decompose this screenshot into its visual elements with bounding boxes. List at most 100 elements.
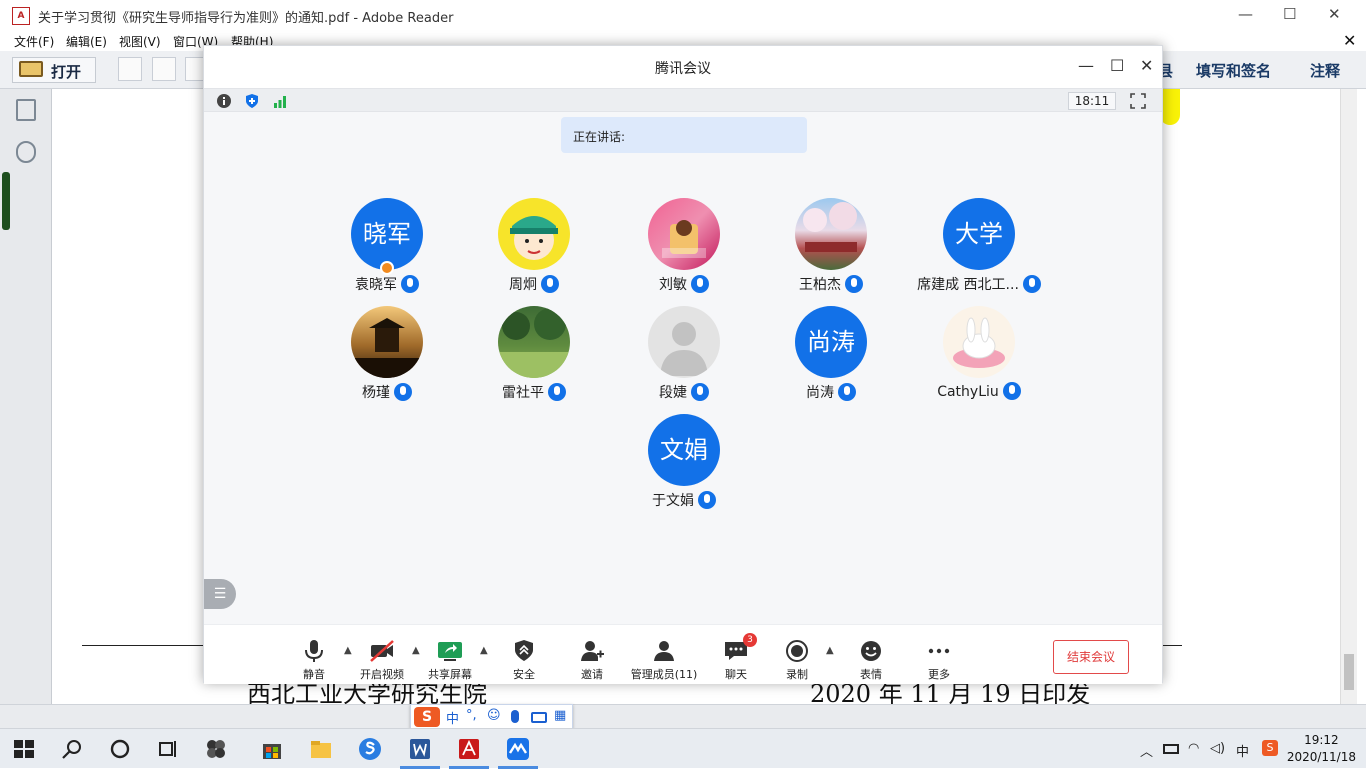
pages-panel-icon[interactable] — [16, 99, 36, 121]
sogou-logo-icon[interactable]: S — [414, 707, 440, 727]
task-view-icon[interactable] — [156, 737, 180, 761]
microsoft-store-icon[interactable] — [260, 737, 284, 761]
open-button-label: 打开 — [51, 63, 82, 81]
mic-icon — [691, 383, 709, 401]
browser-s-icon[interactable] — [358, 737, 382, 761]
mute-button[interactable]: 静音 — [279, 639, 349, 682]
share-screen-button[interactable]: 共享屏幕 — [415, 639, 485, 682]
fill-sign-button[interactable]: 填写和签名 — [1196, 60, 1271, 81]
participant-tile[interactable]: 雷社平 — [459, 306, 609, 406]
attachments-icon[interactable] — [16, 141, 36, 163]
participant-tile[interactable]: CathyLiu — [904, 306, 1054, 406]
battery-icon[interactable] — [1163, 744, 1179, 754]
sogou-tray-icon[interactable]: S — [1262, 740, 1278, 756]
mic-icon — [1022, 275, 1041, 293]
record-options-caret[interactable]: ▲ — [826, 645, 834, 656]
share-options-caret[interactable]: ▲ — [480, 645, 488, 656]
security-button[interactable]: 安全 — [489, 639, 559, 682]
menu-file[interactable]: 文件(F) — [14, 33, 54, 50]
reader-scrollbar[interactable] — [1340, 89, 1357, 714]
meeting-window: 腾讯会议 — ☐ ✕ 18:11 正在讲话: 晓军 袁晓军 周炯 刘敏 王柏杰 — [203, 45, 1163, 684]
participant-list-toggle-icon[interactable]: ☰ — [204, 579, 236, 609]
info-icon[interactable] — [216, 93, 232, 109]
reader-doc-close-icon[interactable]: ✕ — [1343, 31, 1356, 50]
participant-tile[interactable]: 杨瑾 — [312, 306, 462, 406]
share-screen-icon — [438, 642, 462, 661]
reader-minimize-button[interactable]: — — [1238, 5, 1253, 23]
search-icon[interactable] — [60, 737, 84, 761]
chat-label: 聊天 — [725, 668, 747, 681]
comment-button[interactable]: 注释 — [1310, 60, 1340, 81]
tencent-meeting-icon[interactable] — [506, 737, 530, 761]
cortana-icon[interactable] — [108, 737, 132, 761]
windows-start-icon[interactable] — [12, 737, 36, 761]
meeting-minimize-button[interactable]: — — [1078, 56, 1094, 75]
avatar: 大学 — [943, 198, 1015, 270]
participant-name: 袁晓军 — [355, 277, 397, 293]
shield-icon[interactable] — [244, 93, 260, 109]
menu-edit[interactable]: 编辑(E) — [66, 33, 107, 50]
manage-members-button[interactable]: 管理成员(11) — [624, 639, 704, 682]
avatar — [648, 198, 720, 270]
participant-tile[interactable]: 王柏杰 — [756, 198, 906, 298]
folder-icon — [19, 61, 43, 77]
video-button[interactable]: 开启视频 — [347, 639, 417, 682]
security-shield-icon — [515, 640, 533, 661]
emoji-button[interactable]: 表情 — [836, 639, 906, 682]
record-button[interactable]: 录制 — [762, 639, 832, 682]
end-meeting-button[interactable]: 结束会议 — [1053, 640, 1129, 674]
volume-icon[interactable]: ◁) — [1210, 741, 1225, 756]
emoji-label: 表情 — [860, 668, 882, 681]
ime-indicator[interactable]: 中 — [1236, 741, 1249, 760]
open-button[interactable]: 打开 — [12, 57, 96, 83]
file-explorer-icon[interactable] — [309, 737, 333, 761]
mic-icon — [1002, 382, 1021, 400]
punctuation-icon[interactable]: °, — [466, 708, 477, 723]
pinwheel-app-icon[interactable] — [204, 737, 228, 761]
avatar — [498, 306, 570, 378]
invite-button[interactable]: 邀请 — [557, 639, 627, 682]
speaking-indicator: 正在讲话: — [561, 117, 807, 153]
meeting-close-button[interactable]: ✕ — [1140, 56, 1153, 75]
chat-button[interactable]: 3 聊天 — [701, 633, 771, 682]
system-clock[interactable]: 19:12 2020/11/18 — [1287, 732, 1356, 766]
adobe-reader-icon[interactable] — [457, 737, 481, 761]
meeting-window-title: 腾讯会议 — [655, 61, 711, 77]
participant-tile[interactable]: 文娟 于文娟 — [609, 414, 759, 514]
reader-close-button[interactable]: ✕ — [1328, 5, 1341, 23]
mic-icon — [691, 275, 709, 293]
participant-name: 于文娟 — [652, 493, 694, 509]
participant-tile[interactable]: 刘敏 — [609, 198, 759, 298]
participant-tile[interactable]: 段婕 — [609, 306, 759, 406]
avatar: 文娟 — [648, 414, 720, 486]
meeting-maximize-button[interactable]: ☐ — [1110, 56, 1124, 75]
create-pdf-icon[interactable] — [118, 57, 142, 81]
signal-icon[interactable] — [272, 93, 288, 109]
participant-name: 尚涛 — [806, 385, 834, 401]
participant-tile[interactable]: 周炯 — [459, 198, 609, 298]
participant-tile[interactable]: 大学 席建成 西北工... — [904, 198, 1054, 298]
wifi-icon[interactable]: ◠ — [1188, 741, 1199, 756]
meeting-titlebar: 腾讯会议 — ☐ ✕ — [204, 46, 1162, 88]
menu-view[interactable]: 视图(V) — [119, 33, 161, 50]
export-pdf-icon[interactable] — [152, 57, 176, 81]
fullscreen-icon[interactable] — [1130, 93, 1146, 109]
more-button[interactable]: 更多 — [904, 639, 974, 682]
scroll-thumb[interactable] — [1344, 654, 1354, 690]
reader-titlebar: A 关于学习贯彻《研究生导师指导行为准则》的通知.pdf - Adobe Rea… — [0, 0, 1366, 31]
participant-tile[interactable]: 尚涛 尚涛 — [756, 306, 906, 406]
invite-label: 邀请 — [581, 668, 603, 681]
participant-tile[interactable]: 晓军 袁晓军 — [312, 198, 462, 298]
voice-input-icon[interactable] — [511, 710, 519, 723]
keyboard-icon[interactable] — [531, 712, 547, 723]
toolbox-icon[interactable]: ▦ — [554, 708, 566, 723]
emoji-icon[interactable]: ☺ — [487, 708, 501, 723]
mic-icon — [401, 275, 419, 293]
meeting-duration: 18:11 — [1068, 92, 1116, 110]
tray-chevron-icon[interactable]: ︿ — [1140, 741, 1153, 760]
meeting-controlbar: 静音 ▲ 开启视频 ▲ 共享屏幕 ▲ 安全 邀请 管理成员(11) 3 聊天 录… — [204, 624, 1162, 684]
word-icon[interactable] — [408, 737, 432, 761]
ime-mode-toggle[interactable]: 中 — [446, 708, 459, 727]
highlight-mark — [1160, 89, 1180, 125]
reader-maximize-button[interactable]: ☐ — [1283, 5, 1296, 23]
